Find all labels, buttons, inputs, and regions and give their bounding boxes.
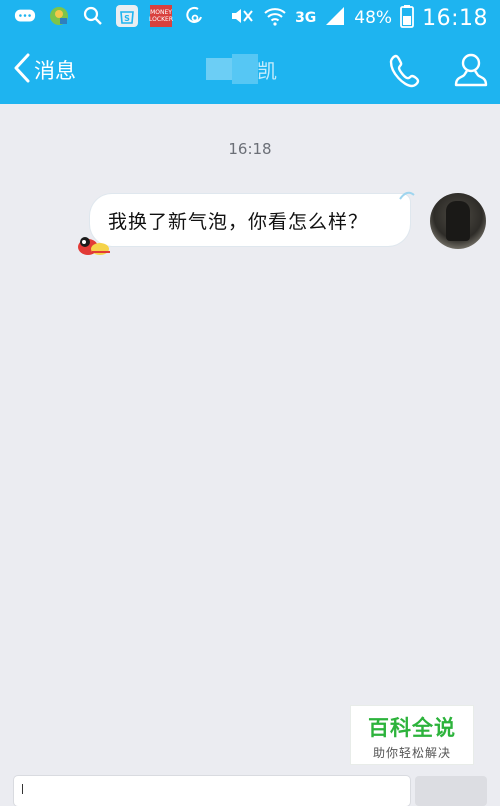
text-cursor [22, 784, 23, 794]
wifi-icon [263, 6, 287, 30]
avatar-figure [446, 201, 470, 241]
battery-percent: 48% [354, 8, 393, 28]
money-locker-icon: MONEY LOCKER [149, 5, 173, 27]
blur-block [206, 58, 232, 80]
contact-name-text: 凯 [257, 58, 277, 83]
notification-icons: S MONEY LOCKER [14, 5, 206, 27]
chevron-left-icon [12, 52, 32, 88]
profile-icon [450, 53, 492, 95]
mute-icon [229, 6, 255, 30]
avatar[interactable] [430, 193, 486, 249]
store-icon: S [116, 5, 138, 27]
contact-name[interactable]: 凯 [206, 52, 288, 86]
message-icon [14, 5, 36, 27]
signal-icon [324, 5, 346, 31]
search-icon [82, 5, 104, 27]
message-timestamp: 16:18 [228, 140, 272, 158]
watermark-logo: 百科全说 助你轻松解决 [350, 705, 474, 765]
penguin-mascot-icon [76, 232, 112, 256]
bubble-sparkle-icon [398, 188, 416, 202]
system-indicators: 3G 48% 16:18 [229, 2, 488, 34]
message-input[interactable] [14, 776, 410, 806]
battery-icon [400, 4, 414, 32]
svg-text:S: S [124, 14, 130, 23]
network-type: 3G [295, 10, 317, 26]
send-button[interactable] [415, 776, 487, 806]
back-button[interactable]: 消息 [12, 52, 76, 88]
watermark-sub: 助你轻松解决 [372, 746, 451, 760]
message-bubble[interactable]: 我换了新气泡，你看怎么样？ [78, 191, 415, 255]
phone-call-button[interactable] [386, 51, 426, 91]
blur-block [232, 54, 258, 84]
clock: 16:18 [422, 5, 488, 31]
money-locker-label: MONEY LOCKER [149, 9, 173, 23]
contact-profile-button[interactable] [450, 49, 492, 91]
chat-header: 消息 凯 [0, 36, 500, 104]
phone-icon [386, 54, 426, 95]
watermark-main: 百科全说 [368, 716, 456, 740]
qq-icon [48, 5, 70, 27]
message-text: 我换了新气泡，你看怎么样？ [108, 210, 369, 233]
back-label: 消息 [34, 59, 76, 83]
status-bar: S MONEY LOCKER 3G 48% 16:18 [0, 0, 500, 36]
sync-icon [184, 5, 206, 27]
